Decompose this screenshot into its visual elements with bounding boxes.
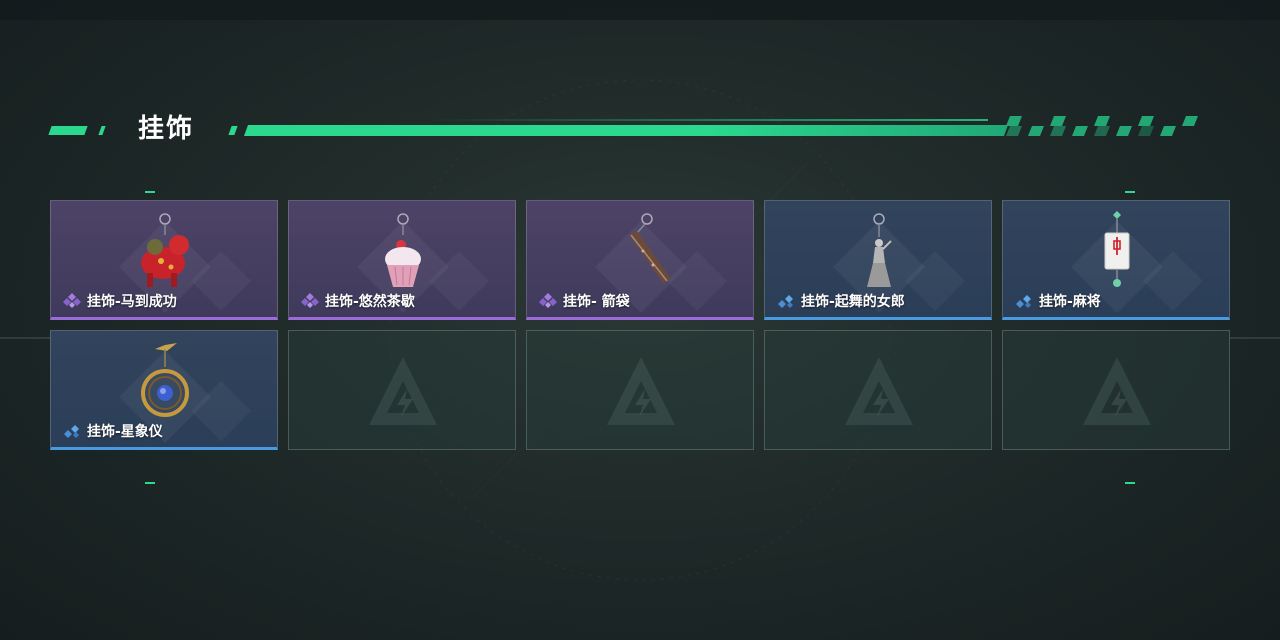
empty-slot[interactable]: [288, 330, 516, 450]
charm-label-row: 挂饰-起舞的女郎: [775, 291, 905, 311]
charm-card[interactable]: 挂饰-麻将: [1002, 200, 1230, 320]
placeholder-logo-icon: [1083, 357, 1151, 425]
background-decoration: [0, 79, 1280, 581]
section-title: 挂饰: [138, 114, 195, 144]
header-accent-tick: [228, 126, 238, 135]
header-accent-tick: [98, 126, 106, 135]
charm-card[interactable]: 挂饰-马到成功: [50, 200, 278, 320]
corner-mark: [145, 191, 155, 193]
header-accent: [48, 126, 88, 135]
placeholder-logo-icon: [845, 357, 913, 425]
rarity-diamond-icon: [64, 425, 79, 438]
horse-charm-icon: [141, 213, 189, 287]
charm-card[interactable]: 挂饰-悠然茶歇: [288, 200, 516, 320]
charm-card[interactable]: 挂饰-起舞的女郎: [764, 200, 992, 320]
cupcake-charm-icon: [385, 213, 421, 287]
top-bar: [0, 0, 1280, 20]
quiver-charm-icon: [629, 213, 671, 283]
mahjong-charm-icon: [1104, 211, 1130, 287]
rarity-diamond-icon: [778, 295, 793, 308]
section-header: 挂饰: [48, 108, 1208, 148]
rarity-diamond-icon: [301, 293, 319, 308]
checker-pattern: [1006, 116, 1198, 136]
rarity-diamond-icon: [63, 293, 81, 308]
empty-slot[interactable]: [1002, 330, 1230, 450]
corner-mark: [1125, 191, 1135, 193]
charm-label-row: 挂饰- 箭袋: [537, 291, 630, 311]
rarity-diamond-icon: [539, 293, 557, 308]
placeholder-logo-icon: [369, 357, 437, 425]
charm-name: 挂饰-星象仪: [87, 424, 163, 440]
charm-name: 挂饰-马到成功: [87, 294, 177, 310]
corner-mark: [1125, 482, 1135, 484]
header-accent-line: [428, 119, 988, 121]
charm-card[interactable]: 挂饰- 箭袋: [526, 200, 754, 320]
charm-label-row: 挂饰-马到成功: [61, 291, 177, 311]
charm-name: 挂饰-悠然茶歇: [325, 294, 415, 310]
corner-mark: [145, 482, 155, 484]
empty-slot[interactable]: [764, 330, 992, 450]
charm-card[interactable]: 挂饰-星象仪: [50, 330, 278, 450]
charm-label-row: 挂饰-麻将: [1013, 291, 1101, 311]
rarity-diamond-icon: [1016, 295, 1031, 308]
astrolabe-charm-icon: [141, 343, 189, 417]
charm-name: 挂饰-麻将: [1039, 294, 1101, 310]
charm-label-row: 挂饰-星象仪: [61, 421, 163, 441]
placeholder-logo-icon: [607, 357, 675, 425]
charm-name: 挂饰- 箭袋: [563, 294, 630, 310]
empty-slot[interactable]: [526, 330, 754, 450]
charm-label-row: 挂饰-悠然茶歇: [299, 291, 415, 311]
header-accent-bar: [243, 125, 1009, 136]
charm-name: 挂饰-起舞的女郎: [801, 294, 905, 310]
dancer-charm-icon: [867, 213, 892, 287]
